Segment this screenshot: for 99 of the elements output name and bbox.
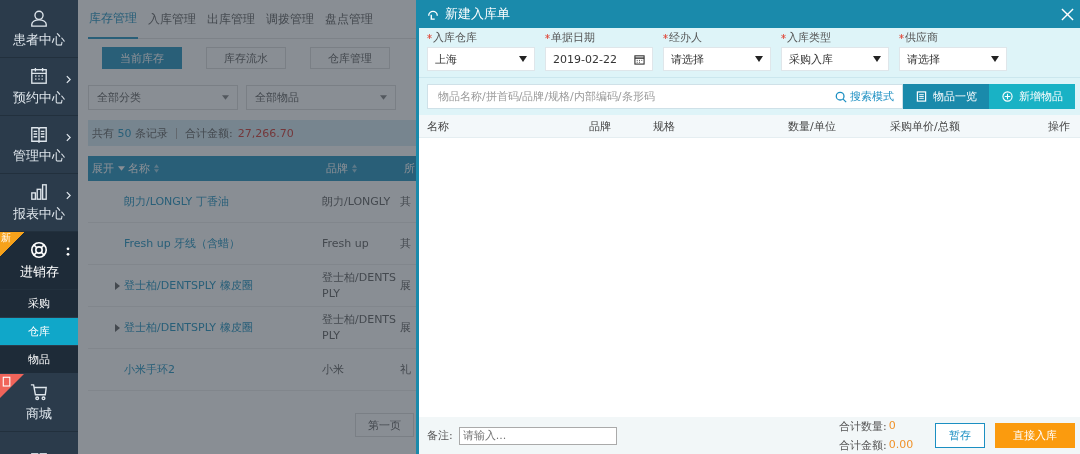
- tag-badge-icon: [0, 374, 24, 398]
- tab[interactable]: 库存管理: [88, 0, 138, 39]
- chevron-icon: [66, 191, 71, 200]
- column-header[interactable]: 名称: [128, 161, 326, 176]
- total-amount-label: 合计金额:: [839, 437, 887, 453]
- add-circle-icon: [1001, 91, 1013, 102]
- table-cell: 展: [400, 278, 411, 293]
- calendar-icon: [30, 66, 48, 85]
- dropdown-arrow-icon: [118, 166, 125, 171]
- remark-field[interactable]: 请输入...: [458, 426, 617, 445]
- total-quantity: 0: [888, 418, 896, 434]
- table-cell: 其: [400, 194, 411, 209]
- bar-chart-icon: [30, 182, 48, 201]
- submenu-item[interactable]: 采购: [0, 290, 78, 318]
- tab[interactable]: 入库管理: [147, 0, 197, 38]
- expand-arrow-icon[interactable]: [115, 281, 120, 290]
- column-header: 操作: [1048, 118, 1070, 134]
- chevron-icon: [66, 75, 71, 84]
- select-field[interactable]: 2019-02-22: [545, 47, 653, 71]
- total-label: 合计金额:: [185, 125, 233, 141]
- table-cell: 展: [400, 320, 411, 335]
- sidebar-label: 进销存: [19, 262, 59, 281]
- select-field[interactable]: 请选择: [663, 47, 771, 71]
- new-badge: 新: [0, 232, 26, 256]
- filter-dropdown[interactable]: 全部物品: [246, 85, 396, 110]
- field-label: 单据日期: [551, 31, 595, 45]
- save-draft-button[interactable]: 暂存: [935, 423, 985, 448]
- sidebar-label: 预约中心: [13, 88, 65, 107]
- table-cell-text: 登士柏/DENTSPLY: [322, 311, 398, 344]
- table-cell: 礼: [400, 362, 411, 377]
- sidebar-label: 报表中心: [13, 204, 65, 223]
- field-label: 入库类型: [787, 31, 831, 45]
- column-header: 名称: [427, 118, 450, 134]
- remark-label: 备注:: [427, 428, 453, 443]
- column-header: 数量/单位: [788, 118, 837, 134]
- total-quantity-label: 合计数量:: [839, 418, 887, 434]
- field-label: 入库仓库: [433, 31, 477, 45]
- column-header[interactable]: 展开: [88, 161, 128, 176]
- close-icon[interactable]: [1061, 7, 1074, 21]
- dropdown-arrow-icon: [222, 95, 229, 100]
- select-field[interactable]: 请选择: [899, 47, 1007, 71]
- submenu-item[interactable]: 物品: [0, 346, 78, 374]
- stock-in-button[interactable]: 直接入库: [995, 423, 1075, 448]
- table-cell: 其: [400, 236, 411, 251]
- sidebar-label: 商城: [26, 404, 52, 423]
- field-label: 供应商: [905, 31, 938, 45]
- select-field[interactable]: 上海: [427, 47, 535, 71]
- chevron-icon: [66, 133, 71, 142]
- sort-icon: [154, 164, 159, 173]
- search-icon: [835, 90, 847, 103]
- item-name[interactable]: 朗力/LONGLY 丁香油: [124, 194, 322, 209]
- sub-tab[interactable]: 仓库管理: [310, 47, 390, 69]
- dropdown-arrow-icon: [519, 56, 527, 62]
- sidebar-item[interactable]: 新 进销存: [0, 232, 78, 290]
- table-cell-text: 朗力/LONGLY: [322, 193, 392, 210]
- dropdown-arrow-icon: [991, 56, 999, 62]
- book-icon: [30, 124, 48, 143]
- item-name[interactable]: 登士柏/DENTSPLY 橡皮圈: [124, 320, 322, 335]
- sub-tab[interactable]: 库存流水: [206, 47, 286, 69]
- expand-arrow-icon[interactable]: [115, 323, 120, 332]
- item-list-button[interactable]: 物品一览: [903, 84, 989, 109]
- select-field[interactable]: 采购入库: [781, 47, 889, 71]
- dropdown-arrow-icon: [873, 56, 881, 62]
- search-field[interactable]: 物品名称/拼首码/品牌/规格/内部编码/条形码 搜索模式: [427, 84, 903, 109]
- column-header: 品牌: [589, 118, 612, 134]
- item-name[interactable]: Fresh up 牙线（含蜡）: [124, 236, 322, 251]
- dropdown-arrow-icon: [380, 95, 387, 100]
- tab[interactable]: 调拨管理: [265, 0, 315, 38]
- column-header: 规格: [653, 118, 676, 134]
- sidebar-label: 管理中心: [13, 146, 65, 165]
- column-header[interactable]: 品牌: [326, 160, 404, 177]
- item-name[interactable]: 小米手环2: [124, 362, 322, 377]
- lifebuoy-icon: [30, 240, 48, 259]
- list-icon: [915, 91, 927, 102]
- more-icon: [66, 247, 70, 258]
- sub-tab[interactable]: 当前库存: [102, 47, 182, 69]
- item-name[interactable]: 登士柏/DENTSPLY 橡皮圈: [124, 278, 322, 293]
- sidebar-label: 患者中心: [13, 30, 65, 49]
- table-cell-text: Fresh up: [322, 235, 370, 252]
- table-cell-text: 小米: [322, 361, 345, 378]
- column-header: 采购单价/总额: [890, 118, 961, 134]
- table-cell-text: 登士柏/DENTSPLY: [322, 269, 398, 302]
- person-icon: [30, 8, 48, 27]
- dialog-title: 新建入库单: [445, 5, 511, 23]
- cart-icon: [30, 382, 48, 401]
- total-value: 27,266.70: [237, 126, 294, 140]
- sort-icon: [352, 164, 357, 173]
- filter-dropdown[interactable]: 全部分类: [88, 85, 238, 110]
- refresh-icon: [427, 8, 439, 20]
- tab[interactable]: 出库管理: [206, 0, 256, 38]
- tab[interactable]: 盘点管理: [324, 0, 374, 38]
- field-label: 经办人: [669, 31, 702, 45]
- search-mode-link[interactable]: 搜索模式: [835, 89, 894, 104]
- total-amount: 0.00: [888, 437, 914, 453]
- submenu-item[interactable]: 仓库: [0, 318, 78, 346]
- column-header: 所: [404, 161, 415, 176]
- dropdown-arrow-icon: [755, 56, 763, 62]
- add-item-button[interactable]: 新增物品: [989, 84, 1075, 109]
- calendar-icon: [634, 53, 645, 65]
